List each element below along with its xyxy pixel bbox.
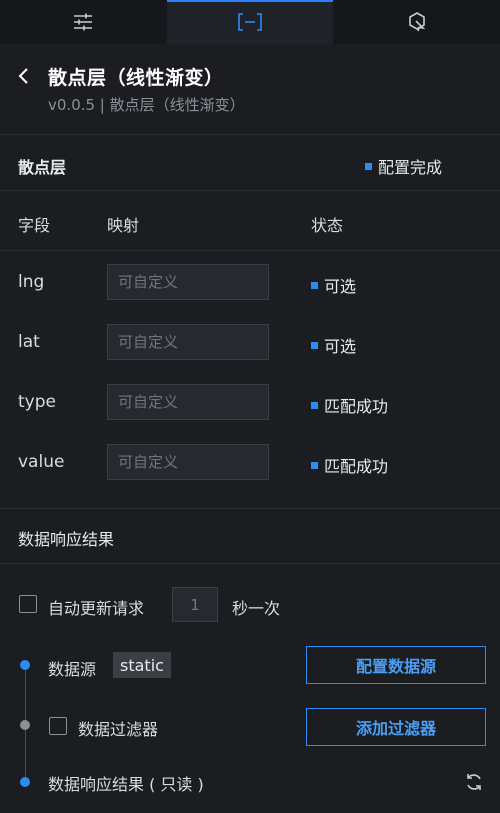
filter-checkbox[interactable] [49, 717, 67, 735]
mapping-input-lng[interactable] [107, 264, 269, 300]
status-dot [311, 461, 318, 469]
panel-tabs [0, 0, 500, 44]
field-name-lat: lat [18, 332, 40, 352]
tab-interaction[interactable] [333, 0, 500, 44]
mapping-input-value[interactable] [107, 444, 269, 480]
field-name-value: value [18, 452, 65, 472]
timeline-dot-result [20, 777, 30, 787]
mapping-input-type[interactable] [107, 384, 269, 420]
column-header-field: 字段 [18, 216, 51, 235]
status-text: 配置完成 [378, 158, 443, 177]
add-filter-button[interactable]: 添加过滤器 [306, 708, 486, 746]
interaction-icon [408, 12, 425, 32]
field-name-type: type [18, 392, 56, 412]
mapping-input-lat[interactable] [107, 324, 269, 360]
auto-update-checkbox[interactable] [19, 595, 37, 613]
field-status-lat: 可选 [311, 333, 356, 357]
status-text: 可选 [324, 337, 357, 356]
layer-status: 配置完成 [365, 154, 442, 178]
divider [0, 134, 500, 135]
column-header-status: 状态 [311, 216, 344, 235]
divider [0, 190, 500, 191]
tab-data[interactable] [166, 0, 334, 44]
tab-config[interactable] [0, 0, 167, 44]
refresh-icon [467, 774, 481, 790]
status-text: 可选 [324, 277, 357, 296]
response-result-label: 数据响应结果 ( 只读 ) [48, 775, 204, 794]
status-dot [311, 401, 318, 409]
update-interval-unit: 秒一次 [232, 599, 281, 618]
component-title: 散点层（线性渐变） [48, 67, 224, 89]
datasource-label: 数据源 [48, 660, 97, 679]
auto-update-label: 自动更新请求 [48, 599, 145, 618]
status-dot [365, 162, 372, 170]
datasource-tag: static [113, 652, 171, 678]
refresh-button[interactable] [464, 772, 484, 792]
bracket-icon [238, 13, 262, 31]
sliders-icon [74, 13, 93, 31]
configure-datasource-button[interactable]: 配置数据源 [306, 646, 486, 684]
status-text: 匹配成功 [324, 457, 389, 476]
status-dot [311, 341, 318, 349]
status-text: 匹配成功 [324, 397, 389, 416]
chevron-left-icon [18, 68, 28, 84]
filter-label: 数据过滤器 [78, 720, 159, 739]
divider [0, 508, 500, 509]
field-status-value: 匹配成功 [311, 453, 388, 477]
section-title-response: 数据响应结果 [18, 530, 115, 549]
divider [0, 250, 500, 251]
field-status-lng: 可选 [311, 273, 356, 297]
status-dot [311, 281, 318, 289]
field-name-lng: lng [18, 272, 45, 292]
update-interval-input[interactable] [172, 587, 218, 622]
column-header-mapping: 映射 [107, 216, 140, 235]
divider [0, 563, 500, 564]
field-status-type: 匹配成功 [311, 393, 388, 417]
timeline-dot-datasource [20, 660, 30, 670]
timeline-dot-filter [20, 720, 30, 730]
component-subtitle: v0.0.5 | 散点层（线性渐变） [48, 96, 245, 114]
section-title-layer: 散点层 [18, 158, 67, 177]
back-button[interactable] [14, 66, 34, 86]
